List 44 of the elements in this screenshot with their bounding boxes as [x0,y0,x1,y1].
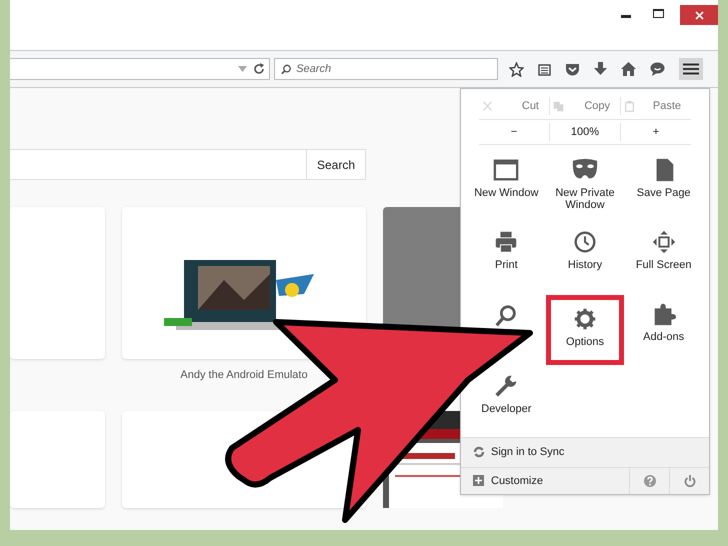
search-icon [281,64,292,74]
reading-list-icon[interactable] [538,62,551,76]
menu-item[interactable]: History [566,223,604,294]
sync-icon [473,446,485,458]
menu-item[interactable]: Add-ons [641,295,686,366]
menu-item[interactable]: Save Page [634,151,693,222]
menu-item[interactable]: Full Screen [634,223,694,294]
menu-item[interactable]: New Private Window [546,151,624,222]
window-icon [493,157,520,184]
search-button[interactable]: Search [306,149,366,180]
help-icon [644,474,656,487]
home-icon[interactable] [621,62,636,76]
close-button[interactable] [680,5,718,25]
reload-icon[interactable] [253,63,265,75]
copy-icon [552,100,565,113]
chat-icon[interactable] [650,62,665,76]
tile-caption: Andy the Android Emulato [180,368,308,383]
close-icon [694,10,704,20]
menu-icon [683,63,699,75]
site-tile[interactable] [122,207,366,359]
fullscreen-icon [650,229,677,256]
clipboard-icon [623,100,636,113]
site-tile[interactable] [10,410,105,508]
search-field[interactable]: Search [274,58,498,80]
zoom-level: 100% [550,122,621,141]
star-icon[interactable] [509,62,524,76]
menu-item[interactable]: Developer [479,367,534,438]
maximize-icon[interactable] [653,9,664,18]
clock-icon [572,229,598,256]
power-icon [684,474,696,487]
site-tile[interactable] [10,207,105,359]
menu-item[interactable]: New Window [472,151,540,222]
search-input: Search [296,60,491,78]
download-icon[interactable] [594,62,607,76]
menu-button[interactable] [679,58,703,80]
scissors-icon [481,100,494,113]
page-search-field[interactable] [10,149,307,180]
zoom-out-button[interactable]: − [479,122,550,141]
zoom-in-button[interactable]: + [621,122,691,141]
plus-icon [473,475,484,486]
menu-item[interactable]: Print [491,223,522,294]
pocket-icon[interactable] [565,62,580,76]
menu-item[interactable]: Options [546,295,624,366]
sync-button[interactable]: Sign in to Sync [461,437,709,467]
